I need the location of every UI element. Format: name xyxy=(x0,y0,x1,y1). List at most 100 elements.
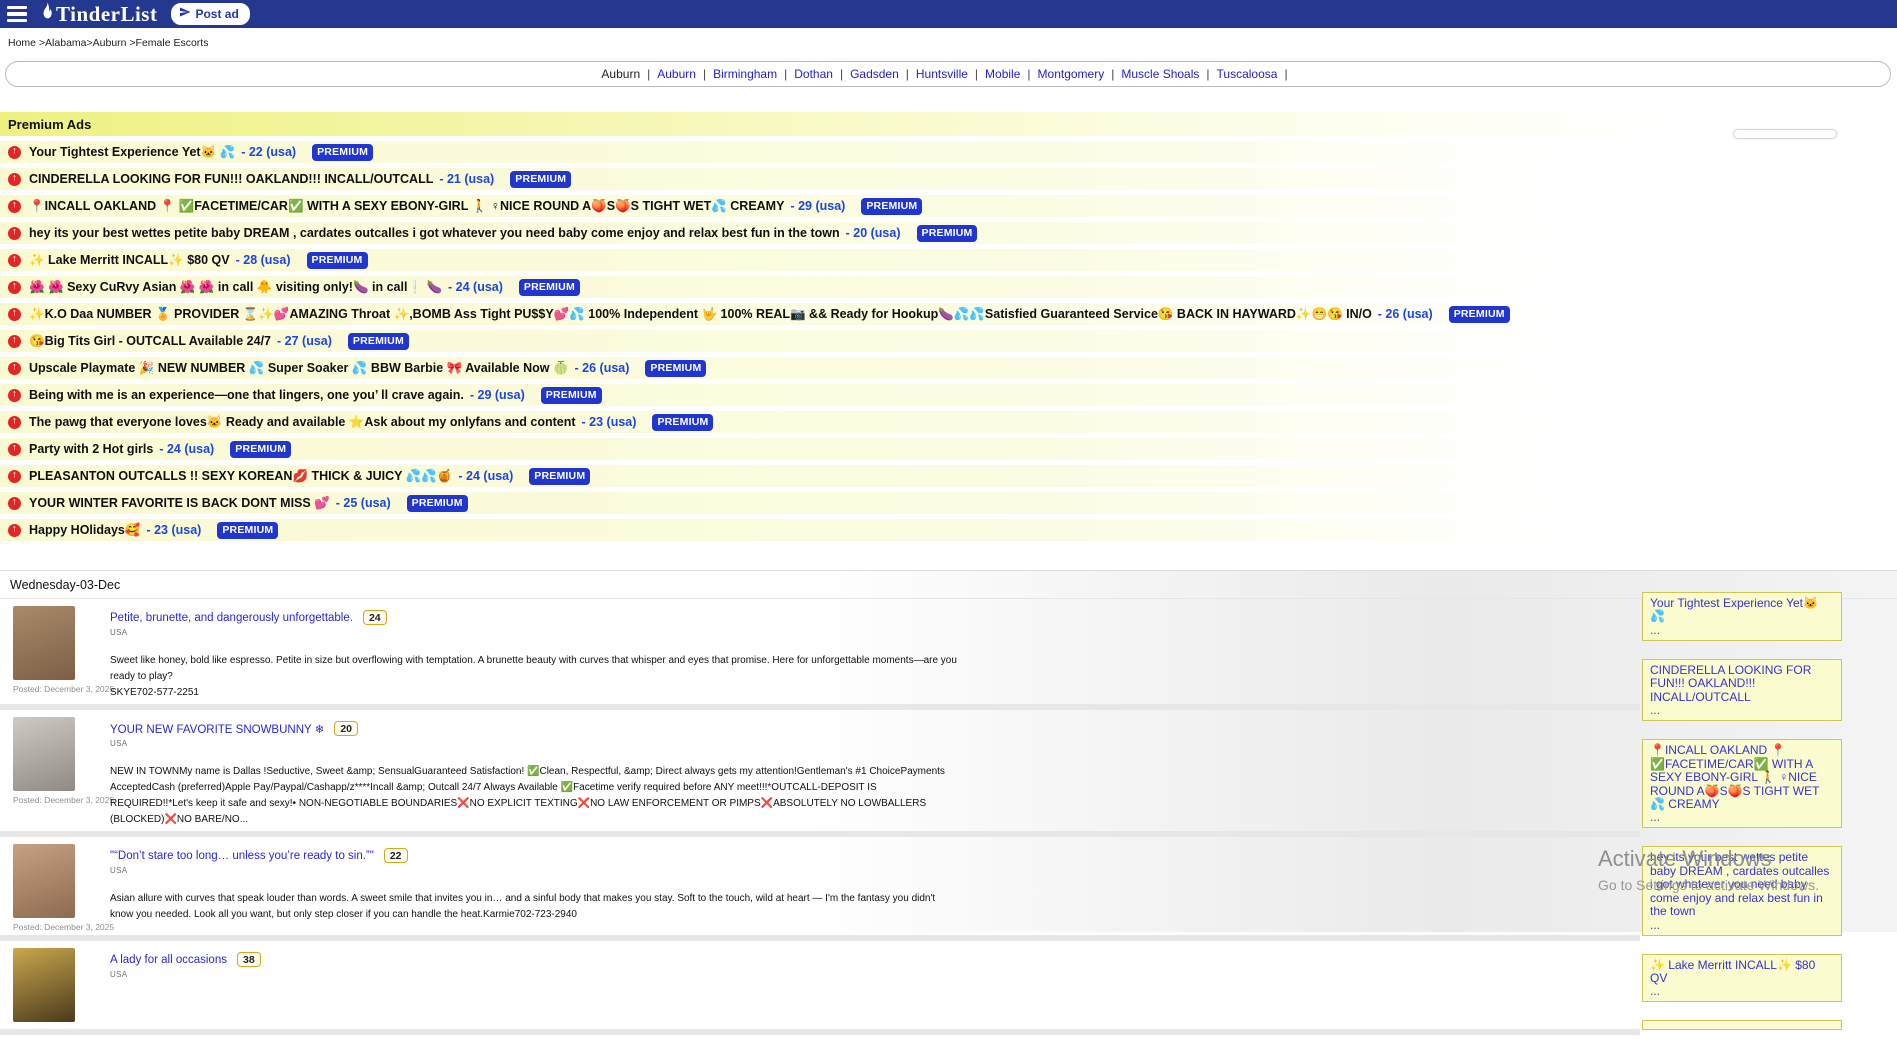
sidebar-ad-link[interactable]: 📍INCALL OAKLAND 📍 ✅FACETIME/CAR✅ WITH A … xyxy=(1650,744,1834,811)
premium-ad-title[interactable]: The pawg that everyone loves🐱 Ready and … xyxy=(29,415,576,430)
up-arrow-icon: ↑ xyxy=(8,254,21,267)
sidebar-ad-link[interactable]: ✨ Lake Merritt INCALL✨ $80 QV xyxy=(1650,959,1834,986)
description-line: SKYE702-577-2251 xyxy=(110,685,960,701)
city-link[interactable]: Muscle Shoals xyxy=(1121,67,1199,81)
premium-ad-row[interactable]: ↑ CINDERELLA LOOKING FOR FUN!!! OAKLAND!… xyxy=(0,168,1897,190)
premium-ad-title[interactable]: ✨ Lake Merritt INCALL✨ $80 QV xyxy=(29,253,230,268)
premium-badge[interactable]: PREMIUM xyxy=(217,522,278,539)
premium-badge[interactable]: PREMIUM xyxy=(230,441,291,458)
premium-ad-title[interactable]: PLEASANTON OUTCALLS !! SEXY KOREAN💋 THIC… xyxy=(29,469,452,484)
brand-logo[interactable]: TinderList xyxy=(39,2,157,27)
top-nav: TinderList Post ad xyxy=(0,0,1897,28)
up-arrow-icon: ↑ xyxy=(8,497,21,510)
premium-ad-row[interactable]: ↑ PLEASANTON OUTCALLS !! SEXY KOREAN💋 TH… xyxy=(0,465,1897,487)
flame-icon xyxy=(39,2,56,27)
city-link[interactable]: Dothan xyxy=(794,67,833,81)
listing-title-link[interactable]: A lady for all occasions xyxy=(110,954,227,966)
premium-ad-meta: - 20 (usa) xyxy=(846,226,901,240)
listing-photo[interactable] xyxy=(13,717,75,791)
paper-plane-icon xyxy=(179,6,191,21)
premium-ad-row[interactable]: ↑ ✨ Lake Merritt INCALL✨ $80 QV - 28 (us… xyxy=(0,249,1897,271)
listing-title-link[interactable]: YOUR NEW FAVORITE SNOWBUNNY ❄ xyxy=(110,722,324,736)
up-arrow-icon: ↑ xyxy=(8,146,21,159)
menu-icon[interactable] xyxy=(7,4,29,24)
post-ad-button[interactable]: Post ad xyxy=(171,3,249,25)
premium-ad-row[interactable]: ↑ hey its your best wettes petite baby D… xyxy=(0,222,1897,244)
premium-ad-title[interactable]: YOUR WINTER FAVORITE IS BACK DONT MISS 💕 xyxy=(29,496,330,511)
premium-ad-title[interactable]: ✨K.O Daa NUMBER 🏅 PROVIDER ⌛✨💕AMAZING Th… xyxy=(29,307,1372,322)
sidebar-premium-card[interactable]: hey its your best wettes petite baby DRE… xyxy=(1642,846,1842,935)
city-link[interactable]: Montgomery xyxy=(1038,67,1105,81)
sidebar-ad-ellipsis: ... xyxy=(1650,811,1834,823)
up-arrow-icon: ↑ xyxy=(8,470,21,483)
premium-ad-title[interactable]: 📍INCALL OAKLAND 📍 ✅FACETIME/CAR✅ WITH A … xyxy=(29,199,784,214)
premium-ad-title[interactable]: 😘Big Tits Girl - OUTCALL Available 24/7 xyxy=(29,334,271,349)
premium-ad-row[interactable]: ↑ Party with 2 Hot girls - 24 (usa) PREM… xyxy=(0,438,1897,460)
premium-ad-meta: - 29 (usa) xyxy=(790,199,845,213)
premium-badge[interactable]: PREMIUM xyxy=(645,360,706,377)
premium-ad-row[interactable]: ↑ 😘Big Tits Girl - OUTCALL Available 24/… xyxy=(0,330,1897,352)
premium-ad-title[interactable]: 🌺 🌺 Sexy CuRvy Asian 🌺 🌺 in call 🐥 visit… xyxy=(29,280,442,295)
premium-badge[interactable]: PREMIUM xyxy=(407,495,468,512)
city-link[interactable]: Gadsden xyxy=(850,67,899,81)
premium-badge[interactable]: PREMIUM xyxy=(529,468,590,485)
premium-badge[interactable]: PREMIUM xyxy=(1449,306,1510,323)
listing-country: USA xyxy=(110,970,261,979)
listing-photo[interactable] xyxy=(13,948,75,1022)
floating-horizontal-scrollbar[interactable] xyxy=(1733,129,1837,139)
listing-photo[interactable] xyxy=(13,606,75,680)
premium-badge[interactable]: PREMIUM xyxy=(541,387,602,404)
city-link[interactable]: Birmingham xyxy=(713,67,777,81)
sidebar-premium-card[interactable]: CINDERELLA LOOKING FOR FUN!!! OAKLAND!!!… xyxy=(1642,659,1842,721)
premium-badge[interactable]: PREMIUM xyxy=(348,333,409,350)
sidebar-ad-link[interactable]: hey its your best wettes petite baby DRE… xyxy=(1650,851,1834,918)
age-badge: 38 xyxy=(237,952,261,967)
premium-ad-row[interactable]: ↑ The pawg that everyone loves🐱 Ready an… xyxy=(0,411,1897,433)
premium-ad-title[interactable]: Party with 2 Hot girls xyxy=(29,442,153,456)
city-link[interactable]: Huntsville xyxy=(916,67,968,81)
city-separator: | xyxy=(1111,67,1114,81)
premium-ad-row[interactable]: ↑ Being with me is an experience—one tha… xyxy=(0,384,1897,406)
premium-ad-title[interactable]: Your Tightest Experience Yet🐱 💦 xyxy=(29,145,235,160)
premium-badge[interactable]: PREMIUM xyxy=(307,252,368,269)
city-separator: | xyxy=(1284,67,1287,81)
premium-sidebar: Your Tightest Experience Yet🐱 💦 ... CIND… xyxy=(1642,592,1842,1048)
city-separator: | xyxy=(906,67,909,81)
premium-ad-row[interactable]: ↑ Upscale Playmate 🎉 NEW NUMBER 💦 Super … xyxy=(0,357,1897,379)
premium-ad-row[interactable]: ↑ ✨K.O Daa NUMBER 🏅 PROVIDER ⌛✨💕AMAZING … xyxy=(0,303,1897,325)
premium-ad-title[interactable]: hey its your best wettes petite baby DRE… xyxy=(29,226,840,240)
listing-row: A lady for all occasions 38 USA xyxy=(0,941,1897,1026)
premium-badge[interactable]: PREMIUM xyxy=(510,171,571,188)
premium-badge[interactable]: PREMIUM xyxy=(861,198,922,215)
listing-title-link[interactable]: Petite, brunette, and dangerously unforg… xyxy=(110,612,353,624)
premium-ad-title[interactable]: CINDERELLA LOOKING FOR FUN!!! OAKLAND!!!… xyxy=(29,172,433,186)
sidebar-premium-card[interactable]: ✨ Lake Merritt INCALL✨ $80 QV ... xyxy=(1642,954,1842,1003)
sidebar-premium-card[interactable]: Your Tightest Experience Yet🐱 💦 ... xyxy=(1642,592,1842,641)
listing-title-link[interactable]: "“Don’t stare too long… unless you’re re… xyxy=(110,850,374,862)
sidebar-ad-link[interactable]: Your Tightest Experience Yet🐱 💦 xyxy=(1650,597,1834,624)
age-badge: 20 xyxy=(334,721,358,736)
city-link[interactable]: Tuscaloosa xyxy=(1217,67,1278,81)
listing-country: USA xyxy=(110,628,960,637)
premium-ad-row[interactable]: ↑ YOUR WINTER FAVORITE IS BACK DONT MISS… xyxy=(0,492,1897,514)
premium-ad-title[interactable]: Happy HOlidays🥰 xyxy=(29,523,140,538)
premium-ad-row[interactable]: ↑ 🌺 🌺 Sexy CuRvy Asian 🌺 🌺 in call 🐥 vis… xyxy=(0,276,1897,298)
premium-ad-meta: - 23 (usa) xyxy=(146,523,201,537)
premium-ad-row[interactable]: ↑ Happy HOlidays🥰 - 23 (usa) PREMIUM xyxy=(0,519,1897,541)
sidebar-ad-link[interactable]: CINDERELLA LOOKING FOR FUN!!! OAKLAND!!!… xyxy=(1650,664,1834,704)
premium-badge[interactable]: PREMIUM xyxy=(652,414,713,431)
premium-badge[interactable]: PREMIUM xyxy=(312,144,373,161)
premium-badge[interactable]: PREMIUM xyxy=(917,225,978,242)
premium-badge[interactable]: PREMIUM xyxy=(519,279,580,296)
premium-ad-meta: - 24 (usa) xyxy=(448,280,503,294)
city-link[interactable]: Mobile xyxy=(985,67,1020,81)
premium-ad-row[interactable]: ↑ Your Tightest Experience Yet🐱 💦 - 22 (… xyxy=(0,141,1897,163)
listing-description: Asian allure with curves that speak loud… xyxy=(110,891,960,923)
listing-photo[interactable] xyxy=(13,844,75,918)
sidebar-premium-card[interactable]: 📍INCALL OAKLAND 📍 ✅FACETIME/CAR✅ WITH A … xyxy=(1642,739,1842,828)
premium-ad-row[interactable]: ↑ 📍INCALL OAKLAND 📍 ✅FACETIME/CAR✅ WITH … xyxy=(0,195,1897,217)
premium-ad-title[interactable]: Upscale Playmate 🎉 NEW NUMBER 💦 Super So… xyxy=(29,361,569,376)
premium-ad-title[interactable]: Being with me is an experience—one that … xyxy=(29,388,464,402)
city-link[interactable]: Auburn xyxy=(657,67,696,81)
sidebar-premium-card[interactable] xyxy=(1642,1020,1842,1030)
